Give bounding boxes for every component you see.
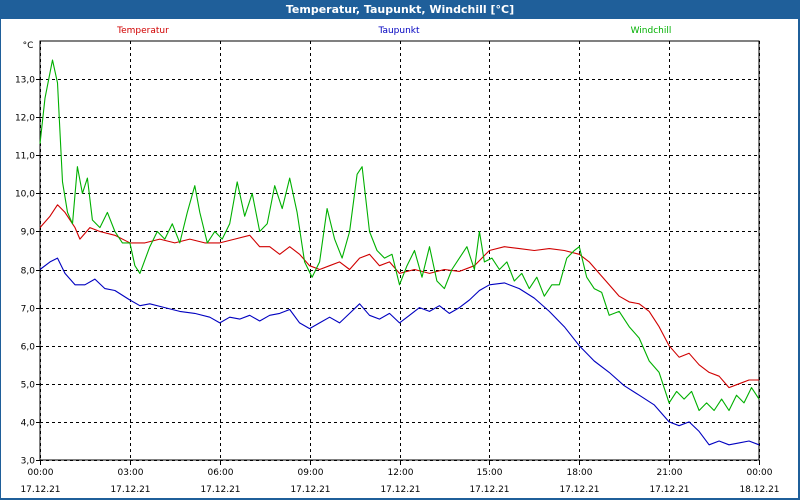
line-chart: 3,0 4,0 5,0 6,0 7,0 8,0 9,0 10,0 11,0 12,0 13,0 00:… [15, 26, 780, 495]
x-tick-time: 06:00 [208, 468, 234, 478]
x-tick-time: 00:00 [28, 468, 54, 478]
x-tick-time: 18:00 [567, 468, 593, 478]
y-tick-label: 4,0 [21, 419, 36, 429]
y-tick-label: 12,0 [15, 114, 35, 124]
x-tick-date: 17.12.21 [380, 485, 420, 495]
x-tick-date: 17.12.21 [290, 485, 330, 495]
y-tick-label: 11,0 [15, 152, 35, 162]
x-tick-date: 17.12.21 [469, 485, 509, 495]
y-tick-label: 9,0 [21, 228, 36, 238]
series-line-temperatur [39, 204, 759, 389]
series-line-taupunkt [39, 257, 760, 446]
x-tick-date: 17.12.21 [649, 485, 689, 495]
x-tick-time: 03:00 [118, 468, 144, 478]
x-tick-time: 09:00 [298, 468, 324, 478]
x-tick-date: 17.12.21 [110, 485, 150, 495]
y-tick-label: 3,0 [21, 457, 36, 467]
legend-windchill: Windchill [631, 26, 672, 36]
x-tick-time: 21:00 [657, 468, 683, 478]
x-tick-time: 12:00 [388, 468, 414, 478]
y-tick-label: 13,0 [15, 76, 35, 86]
y-tick-label: 5,0 [21, 381, 36, 391]
y-tick-label: 7,0 [21, 305, 36, 315]
x-tick-date: 18.12.21 [739, 485, 779, 495]
legend-taupunkt: Taupunkt [377, 26, 420, 36]
x-tick-date: 17.12.21 [20, 485, 60, 495]
y-axis-unit: °C [23, 41, 34, 51]
x-tick-time: 15:00 [477, 468, 503, 478]
x-tick-date: 17.12.21 [200, 485, 240, 495]
y-tick-label: 10,0 [15, 190, 35, 200]
chart-window: Temperatur, Taupunkt, Windchill [°C] 3,0… [0, 0, 800, 500]
y-tick-label: 8,0 [21, 267, 36, 277]
legend-temperatur: Temperatur [116, 26, 169, 36]
y-tick-label: 6,0 [21, 343, 36, 353]
series-line-windchill [39, 59, 760, 412]
chart-area: 3,0 4,0 5,0 6,0 7,0 8,0 9,0 10,0 11,0 12,0 13,0 00:… [1, 19, 798, 498]
chart-title: Temperatur, Taupunkt, Windchill [°C] [285, 3, 515, 16]
x-tick-date: 17.12.21 [559, 485, 599, 495]
x-tick-time: 00:00 [747, 468, 773, 478]
